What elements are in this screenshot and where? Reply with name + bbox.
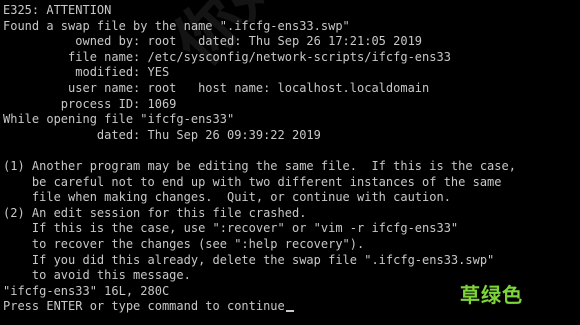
terminal-line: be careful not to end up with two differ… bbox=[3, 174, 502, 189]
terminal-line: E325: ATTENTION bbox=[3, 3, 112, 17]
text-cursor bbox=[285, 310, 294, 313]
terminal-line: file name: /etc/sysconfig/network-script… bbox=[3, 49, 451, 64]
terminal-line: If this is the case, use ":recover" or "… bbox=[3, 221, 459, 236]
terminal-line: Found a swap file by the name ".ifcfg-en… bbox=[3, 18, 350, 33]
terminal-line: process ID: 1069 bbox=[3, 96, 177, 111]
brand-label: 草绿色 bbox=[460, 283, 523, 307]
terminal-line: user name: root host name: localhost.loc… bbox=[3, 80, 430, 95]
terminal-screen[interactable]: E325: ATTENTION Found a swap file by the … bbox=[3, 3, 577, 323]
terminal-line: If you did this already, delete the swap… bbox=[3, 252, 495, 267]
terminal-line: file when making changes. Quit, or conti… bbox=[3, 190, 451, 205]
terminal-line: modified: YES bbox=[3, 65, 170, 80]
terminal-line: (2) An edit session for this file crashe… bbox=[3, 205, 307, 220]
terminal-line: owned by: root dated: Thu Sep 26 17:21:0… bbox=[3, 34, 423, 49]
terminal-line: While opening file "ifcfg-ens33" bbox=[3, 112, 235, 127]
terminal-line: dated: Thu Sep 26 09:39:22 2019 bbox=[3, 127, 321, 142]
terminal-line: (1) Another program may be editing the s… bbox=[3, 158, 516, 173]
terminal-line: to recover the changes (see ":help recov… bbox=[3, 236, 365, 251]
